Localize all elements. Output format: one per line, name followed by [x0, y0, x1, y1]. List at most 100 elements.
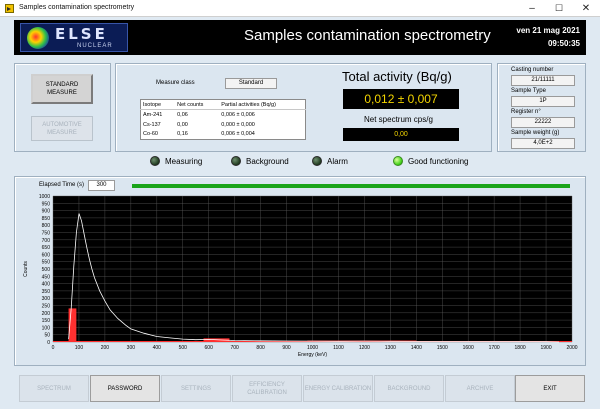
net-spectrum-display: 0,00 [343, 128, 459, 141]
x-tick-label: 1400 [411, 345, 422, 351]
background-led-icon [231, 156, 241, 166]
y-tick-label: 950 [42, 201, 51, 207]
net-counts-cell: 0,00 [177, 121, 188, 128]
spectrum-chart[interactable]: 0501001502002503003504004505005506006507… [15, 190, 585, 366]
x-tick-label: 400 [153, 345, 162, 351]
y-tick-label: 500 [42, 267, 51, 273]
maximize-button[interactable]: ☐ [545, 0, 573, 17]
sample-info-panel: Casting number 21/11111 Sample Type 1P R… [497, 63, 586, 152]
y-tick-label: 550 [42, 260, 51, 266]
labview-app-icon [5, 4, 14, 13]
y-tick-label: 50 [44, 333, 50, 339]
x-tick-label: 2000 [566, 345, 577, 351]
y-tick-label: 150 [42, 318, 51, 324]
sample-type-field[interactable]: 1P [511, 96, 575, 107]
background-button[interactable]: BACKGROUND [374, 375, 444, 402]
x-tick-label: 1000 [307, 345, 318, 351]
y-tick-label: 1000 [39, 194, 50, 200]
table-row: Co-60 0,16 0,006 ± 0,004 [141, 130, 306, 140]
alarm-indicator: Alarm [312, 156, 348, 166]
bottom-toolbar: SPECTRUM PASSWORD SETTINGS EFFICIENCY CA… [0, 369, 600, 409]
y-tick-label: 700 [42, 238, 51, 244]
net-spectrum-title: Net spectrum cps/g [364, 115, 433, 124]
archive-button[interactable]: ARCHIVE [445, 375, 515, 402]
sample-weight-label: Sample weight (g) [511, 130, 560, 136]
window-title: Samples contamination spectrometry [19, 4, 135, 11]
page-title: Samples contamination spectrometry [244, 27, 491, 44]
isotope-cell: Am-241 [143, 111, 163, 118]
column-header-net-counts: Net counts [175, 99, 220, 110]
y-tick-label: 750 [42, 231, 51, 237]
exit-button[interactable]: EXIT [515, 375, 585, 402]
isotope-table: Isotope Net counts Partial activities (B… [140, 99, 306, 140]
y-tick-label: 650 [42, 245, 51, 251]
y-tick-label: 900 [42, 209, 51, 215]
x-tick-label: 900 [282, 345, 291, 351]
table-row: Cs-137 0,00 0,000 ± 0,000 [141, 120, 306, 130]
register-field[interactable]: 22222 [511, 117, 575, 128]
isotope-cell: Cs-137 [143, 121, 161, 128]
efficiency-calibration-button[interactable]: EFFICIENCY CALIBRATION [232, 375, 302, 402]
password-button[interactable]: PASSWORD [90, 375, 160, 402]
sample-weight-field[interactable]: 4,0E+2 [511, 138, 575, 149]
isotope-cell: Co-60 [143, 131, 158, 138]
spectrum-button[interactable]: SPECTRUM [19, 375, 89, 402]
measure-class-field: Standard [225, 78, 277, 89]
else-nuclear-logo: ELSE NUCLEAR [20, 23, 128, 52]
spectrum-panel: Elapsed Time (s) 300 0 50 100 150 200 250 300 3… [14, 176, 586, 366]
x-tick-label: 600 [205, 345, 214, 351]
column-header-isotope: Isotope [140, 99, 176, 110]
y-tick-label: 300 [42, 296, 51, 302]
y-tick-label: 850 [42, 216, 51, 222]
x-tick-label: 1500 [437, 345, 448, 351]
good-functioning-indicator: Good functioning [393, 156, 469, 166]
total-activity-display: 0,012 ± 0,007 [343, 89, 459, 109]
measure-results-panel: Measure class Standard Isotope Net count… [115, 63, 492, 152]
current-date: ven 21 mag 2021 [516, 26, 580, 35]
total-activity-title: Total activity (Bq/g) [342, 69, 452, 84]
x-tick-label: 200 [101, 345, 110, 351]
standard-measure-button[interactable]: STANDARD MEASURE [31, 74, 93, 104]
y-tick-label: 600 [42, 252, 51, 258]
automotive-measure-button[interactable]: AUTOMOTIVE MEASURE [31, 116, 93, 141]
y-tick-label: 800 [42, 223, 51, 229]
background-indicator: Background [231, 156, 289, 166]
sample-type-label: Sample Type [511, 88, 546, 94]
y-tick-label: 350 [42, 289, 51, 295]
column-header-partial-activities: Partial activities (Bq/g) [219, 99, 306, 110]
x-tick-label: 1100 [333, 345, 344, 351]
x-tick-label: 1700 [489, 345, 500, 351]
good-functioning-led-icon [393, 156, 403, 166]
register-label: Register n° [511, 109, 541, 115]
x-tick-label: 800 [256, 345, 265, 351]
y-axis-label: Counts [23, 261, 29, 277]
x-tick-label: 300 [127, 345, 136, 351]
logo-name: ELSE [55, 25, 108, 43]
net-counts-cell: 0,16 [177, 131, 188, 138]
casting-number-field[interactable]: 21/11111 [511, 75, 575, 86]
x-tick-label: 1800 [515, 345, 526, 351]
elapsed-time-label: Elapsed Time (s) [39, 182, 85, 188]
partial-activity-cell: 0,000 ± 0,000 [221, 121, 255, 128]
logo-subtitle: NUCLEAR [77, 43, 113, 49]
partial-activity-cell: 0,006 ± 0,006 [221, 111, 255, 118]
minimize-button[interactable]: – [518, 0, 546, 17]
x-tick-label: 1600 [463, 345, 474, 351]
logo-orb-icon [27, 27, 49, 49]
x-tick-label: 100 [75, 345, 84, 351]
close-button[interactable]: ✕ [572, 0, 600, 17]
app-header: ELSE NUCLEAR Samples contamination spect… [14, 20, 586, 55]
acquisition-progress-bar [132, 184, 570, 188]
casting-number-label: Casting number [511, 67, 554, 73]
energy-calibration-button[interactable]: ENERGY CALIBRATION [303, 375, 373, 402]
partial-activity-cell: 0,006 ± 0,004 [221, 131, 255, 138]
y-tick-label: 400 [42, 282, 51, 288]
y-tick-label: 200 [42, 311, 51, 317]
x-tick-label: 1200 [359, 345, 370, 351]
x-tick-label: 0 [52, 345, 55, 351]
settings-button[interactable]: SETTINGS [161, 375, 231, 402]
x-tick-label: 700 [230, 345, 239, 351]
y-tick-label: 250 [42, 304, 51, 310]
current-time: 09:50:35 [547, 39, 580, 48]
table-row: Am-241 0,06 0,006 ± 0,006 [141, 110, 306, 120]
